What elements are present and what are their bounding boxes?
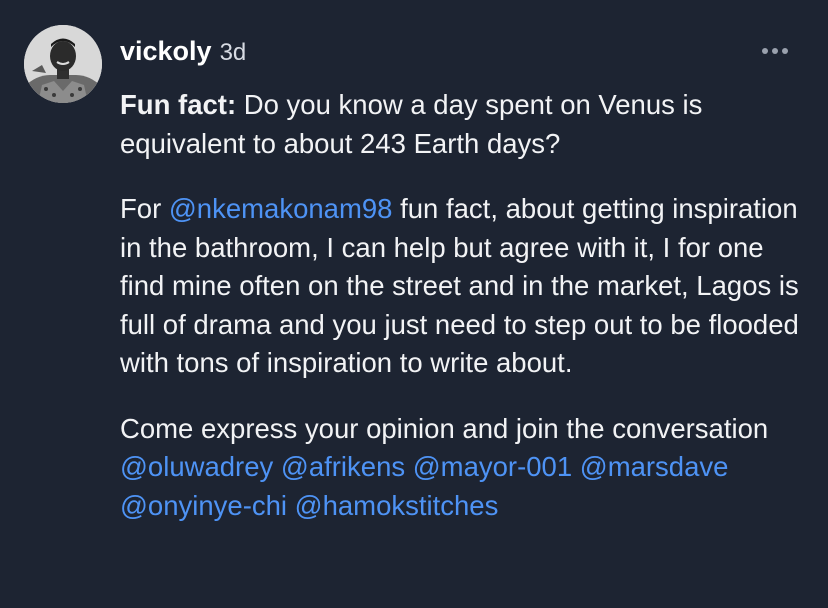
fun-fact-label: Fun fact: xyxy=(120,89,237,120)
more-horizontal-icon-dot xyxy=(782,48,788,54)
paragraph-fun-fact: Fun fact: Do you know a day spent on Ven… xyxy=(120,86,810,163)
paragraph-prefix: For xyxy=(120,193,169,224)
avatar[interactable] xyxy=(24,25,102,103)
more-options-button[interactable] xyxy=(758,44,792,58)
mention-link[interactable]: @marsdave xyxy=(580,451,729,482)
mention-link[interactable]: @onyinye-chi xyxy=(120,490,287,521)
mention-link[interactable]: @afrikens xyxy=(281,451,405,482)
mention-link[interactable]: @hamokstitches xyxy=(295,490,499,521)
post-body: Fun fact: Do you know a day spent on Ven… xyxy=(120,86,810,552)
paragraph-invite: Come express your opinion and join the c… xyxy=(120,410,810,526)
invite-text: Come express your opinion and join the c… xyxy=(120,412,769,444)
mention-link[interactable]: @mayor-001 xyxy=(413,451,572,482)
forum-post: vickoly 3d Fun fact: Do you know a day s… xyxy=(0,0,828,608)
post-header: vickoly 3d xyxy=(120,36,246,67)
avatar-photo xyxy=(24,25,102,103)
more-horizontal-icon xyxy=(762,48,768,54)
mention-link[interactable]: @oluwadrey xyxy=(120,451,273,482)
more-horizontal-icon-dot xyxy=(772,48,778,54)
post-timestamp: 3d xyxy=(219,39,247,66)
author-name[interactable]: vickoly xyxy=(120,36,212,67)
paragraph-inspiration: For @nkemakonam98 fun fact, about gettin… xyxy=(120,190,810,383)
mention-link[interactable]: @nkemakonam98 xyxy=(169,193,393,224)
